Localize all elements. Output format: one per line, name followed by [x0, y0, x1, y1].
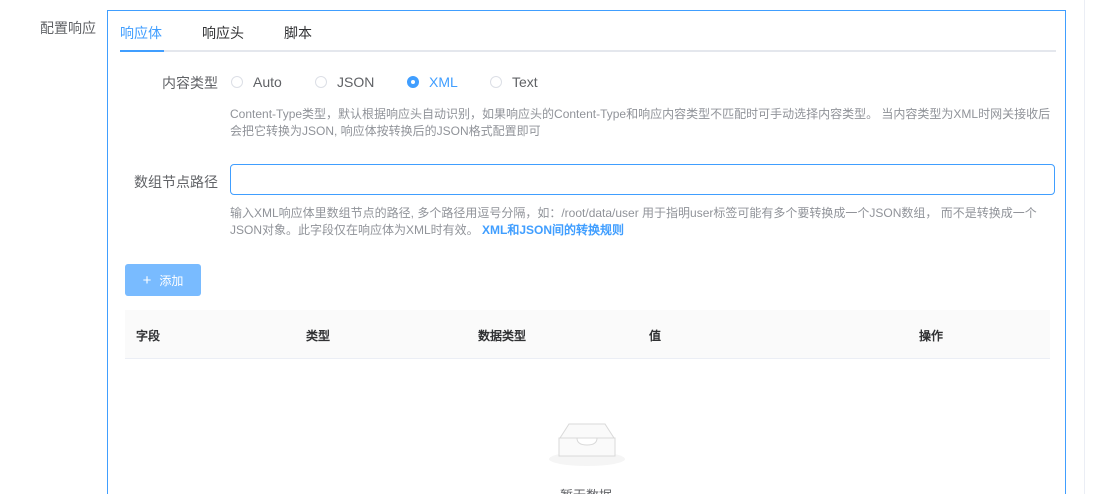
- radio-json[interactable]: JSON: [315, 74, 374, 90]
- radio-label-xml: XML: [429, 74, 458, 90]
- column-header-value: 值: [649, 329, 662, 343]
- radio-circle-icon: [231, 76, 243, 88]
- array-path-help-text: 输入XML响应体里数组节点的路径, 多个路径用逗号分隔，如：/root/data…: [230, 206, 1037, 237]
- tab-response-headers[interactable]: 响应头: [202, 23, 244, 43]
- array-path-label: 数组节点路径: [134, 174, 218, 190]
- active-tab-indicator: [120, 50, 164, 52]
- add-button-label: 添加: [159, 273, 184, 288]
- empty-state-text: 暂无数据: [560, 485, 612, 494]
- tab-script[interactable]: 脚本: [284, 23, 312, 43]
- response-config-page: 配置响应 响应体 响应头 脚本 内容类型 Auto JSON XML Text …: [0, 0, 1106, 494]
- column-header-field: 字段: [136, 329, 161, 343]
- form-label-response-config: 配置响应: [40, 20, 96, 36]
- column-header-actions: 操作: [919, 329, 944, 343]
- radio-label-auto: Auto: [253, 74, 282, 90]
- scroll-divider: [1084, 0, 1085, 494]
- conversion-rules-link[interactable]: XML和JSON间的转换规则: [482, 223, 624, 237]
- content-type-label: 内容类型: [162, 75, 218, 91]
- radio-circle-icon: [490, 76, 502, 88]
- radio-xml[interactable]: XML: [407, 74, 458, 90]
- radio-circle-icon: [315, 76, 327, 88]
- array-path-input[interactable]: [230, 164, 1055, 195]
- empty-box-icon: [547, 416, 627, 471]
- column-header-type: 类型: [306, 329, 331, 343]
- response-config-panel: 响应体 响应头 脚本 内容类型 Auto JSON XML Text Conte…: [107, 10, 1066, 494]
- radio-label-text: Text: [512, 74, 538, 90]
- table-header: 字段 类型 数据类型 值 操作: [125, 310, 1050, 359]
- content-type-help: Content-Type类型，默认根据响应头自动识别，如果响应头的Content…: [230, 107, 1051, 138]
- radio-auto[interactable]: Auto: [231, 74, 282, 90]
- add-button[interactable]: + 添加: [125, 264, 201, 296]
- radio-checked-icon: [407, 76, 419, 88]
- radio-text[interactable]: Text: [490, 74, 538, 90]
- plus-icon: +: [142, 271, 152, 289]
- column-header-data-type: 数据类型: [478, 329, 527, 343]
- array-path-help: 输入XML响应体里数组节点的路径, 多个路径用逗号分隔，如：/root/data…: [230, 205, 1052, 239]
- tab-response-body[interactable]: 响应体: [120, 23, 162, 43]
- radio-label-json: JSON: [337, 74, 375, 90]
- tab-bar: 响应体 响应头 脚本: [120, 11, 1056, 52]
